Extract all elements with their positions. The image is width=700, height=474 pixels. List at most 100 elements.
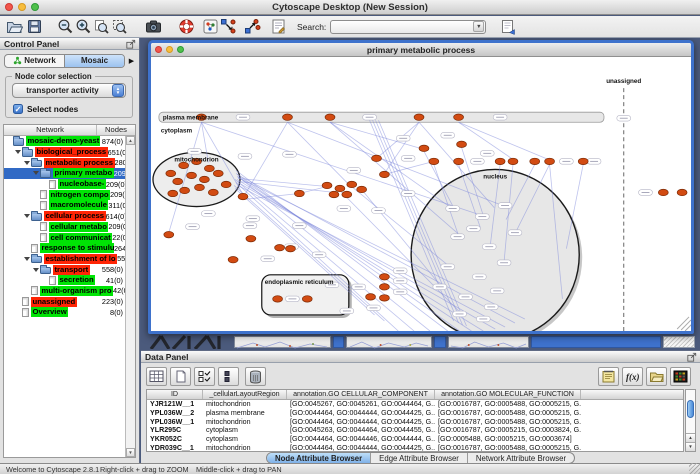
network-node[interactable] bbox=[508, 158, 518, 164]
table-row[interactable]: YLR295Ccytoplasm[GO:0045263, GO:0044464,… bbox=[147, 426, 683, 435]
network-node[interactable] bbox=[322, 182, 332, 188]
column-header[interactable]: annotation.GO CELLULAR_COMPONENT bbox=[287, 390, 435, 399]
network-view-window[interactable]: primary metabolic process plasma membran… bbox=[148, 40, 694, 334]
network-node[interactable] bbox=[166, 170, 176, 176]
background-window-fragment[interactable] bbox=[234, 336, 331, 348]
table-row[interactable]: YKR052Ccytoplasm[GO:0044464, GO:0044446,… bbox=[147, 435, 683, 444]
network-edge[interactable] bbox=[459, 122, 551, 160]
import-attributes-button[interactable] bbox=[646, 367, 667, 386]
tab-mosaic[interactable]: Mosaic bbox=[64, 55, 124, 67]
network-node[interactable] bbox=[213, 170, 223, 176]
save-session-button[interactable] bbox=[26, 18, 43, 35]
table-row[interactable]: YPL036W__1mitochondrion[GO:0044464, GO:0… bbox=[147, 418, 683, 427]
select-attributes-button[interactable] bbox=[194, 367, 215, 386]
network-node[interactable] bbox=[677, 189, 687, 195]
heatmap-button[interactable] bbox=[670, 367, 691, 386]
zoom-in-button[interactable] bbox=[75, 18, 92, 35]
network-node[interactable] bbox=[208, 189, 218, 195]
tree-row[interactable]: response to stimulu264(0) bbox=[4, 243, 125, 254]
network-node[interactable] bbox=[302, 296, 312, 302]
background-window-fragment[interactable] bbox=[333, 336, 344, 348]
table-row[interactable]: YPL036W__2plasma membrane[GO:0044464, GO… bbox=[147, 409, 683, 418]
network-node[interactable] bbox=[173, 178, 183, 184]
attribute-editor-button[interactable] bbox=[598, 367, 619, 386]
network-node[interactable] bbox=[275, 244, 285, 250]
network-node[interactable] bbox=[347, 181, 357, 187]
background-window-fragment[interactable] bbox=[149, 335, 231, 349]
network-edge[interactable] bbox=[384, 161, 433, 174]
network-node[interactable] bbox=[379, 274, 389, 280]
network-node[interactable] bbox=[180, 187, 190, 193]
network-node[interactable] bbox=[414, 114, 424, 120]
network-node[interactable] bbox=[379, 284, 389, 290]
network-node[interactable] bbox=[294, 190, 304, 196]
network-node[interactable] bbox=[530, 158, 540, 164]
network-node[interactable] bbox=[195, 184, 205, 190]
network-node[interactable] bbox=[221, 181, 231, 187]
background-window-fragment[interactable] bbox=[531, 336, 661, 348]
network-node[interactable] bbox=[578, 158, 588, 164]
search-dropdown-arrow[interactable]: ▼ bbox=[473, 21, 484, 32]
float-panel-icon[interactable] bbox=[126, 39, 136, 51]
create-attribute-button[interactable] bbox=[170, 367, 191, 386]
expander-icon[interactable] bbox=[32, 169, 40, 177]
zoom-fit-button[interactable] bbox=[93, 18, 110, 35]
network-node[interactable] bbox=[454, 158, 464, 164]
column-header[interactable]: _cellularLayoutRegion bbox=[203, 390, 287, 399]
canvas-resize-grip[interactable] bbox=[677, 317, 689, 329]
scroll-down-icon[interactable]: ▼ bbox=[686, 442, 695, 451]
table-row[interactable]: YDR039C__1mitochondrion[GO:0044464, GO:0… bbox=[147, 444, 683, 452]
network-node[interactable] bbox=[283, 114, 293, 120]
scroll-up-icon[interactable]: ▲ bbox=[126, 136, 135, 145]
background-window-fragment[interactable] bbox=[346, 336, 432, 348]
function-builder-button[interactable]: f(x) bbox=[622, 367, 643, 386]
network-node[interactable] bbox=[228, 257, 238, 263]
network-node[interactable] bbox=[658, 189, 668, 195]
network-node[interactable] bbox=[357, 186, 367, 192]
dropdown-stepper-icon[interactable]: ▲▼ bbox=[112, 84, 124, 97]
tree-row[interactable]: secretion41(0) bbox=[4, 275, 125, 286]
expander-icon[interactable] bbox=[32, 266, 40, 274]
network-node[interactable] bbox=[199, 176, 209, 182]
unselect-attributes-button[interactable] bbox=[218, 367, 239, 386]
tab-network[interactable]: Network bbox=[5, 55, 64, 67]
tree-row[interactable]: unassigned223(0) bbox=[4, 296, 125, 307]
zoom-selected-button[interactable] bbox=[111, 18, 128, 35]
node-color-dropdown[interactable]: transporter activity ▲▼ bbox=[12, 83, 126, 98]
network-node[interactable] bbox=[246, 235, 256, 241]
expander-icon[interactable] bbox=[23, 159, 31, 167]
network-node[interactable] bbox=[164, 231, 174, 237]
column-header[interactable]: ID bbox=[147, 390, 203, 399]
network-node[interactable] bbox=[286, 245, 296, 251]
network-node[interactable] bbox=[495, 158, 505, 164]
network-node[interactable] bbox=[329, 191, 339, 197]
resize-grip[interactable] bbox=[663, 336, 695, 348]
expander-icon[interactable] bbox=[14, 148, 22, 156]
tree-row[interactable]: cell communicat22(0) bbox=[4, 232, 125, 243]
tree-row[interactable]: cellular metabo209(0) bbox=[4, 222, 125, 233]
snapshot-button[interactable] bbox=[145, 18, 162, 35]
table-scrollbar[interactable]: ▲ ▼ bbox=[685, 389, 696, 452]
tree-row[interactable]: biological_process651(0) bbox=[4, 147, 125, 158]
network-node[interactable] bbox=[545, 158, 555, 164]
network-view-titlebar[interactable]: primary metabolic process bbox=[151, 43, 691, 57]
network-canvas[interactable]: plasma membranecytoplasmmitochondrionnuc… bbox=[151, 58, 691, 331]
tree-row[interactable]: Overview8(0) bbox=[4, 307, 125, 318]
tree-column-network[interactable]: Network bbox=[4, 125, 97, 135]
tree-row[interactable]: establishment of lo558(0) bbox=[4, 254, 125, 265]
tree-row[interactable]: multi-organism pro42(0) bbox=[4, 286, 125, 297]
tree-row[interactable]: nucleobase-209(0) bbox=[4, 179, 125, 190]
tree-row[interactable]: primary metabo209(... bbox=[4, 168, 125, 179]
network-node[interactable] bbox=[238, 193, 248, 199]
attribute-table-button[interactable] bbox=[146, 367, 167, 386]
first-neighbors-button[interactable] bbox=[220, 18, 237, 35]
float-panel-icon[interactable] bbox=[687, 352, 697, 364]
network-node[interactable] bbox=[273, 296, 283, 302]
network-node[interactable] bbox=[429, 158, 439, 164]
scrollbar-thumb[interactable] bbox=[687, 400, 694, 418]
zoom-out-button[interactable] bbox=[57, 18, 74, 35]
network-node[interactable] bbox=[168, 190, 178, 196]
select-nodes-checkbox[interactable]: ✓ bbox=[13, 104, 23, 114]
help-button[interactable] bbox=[178, 18, 195, 35]
network-node[interactable] bbox=[335, 185, 345, 191]
